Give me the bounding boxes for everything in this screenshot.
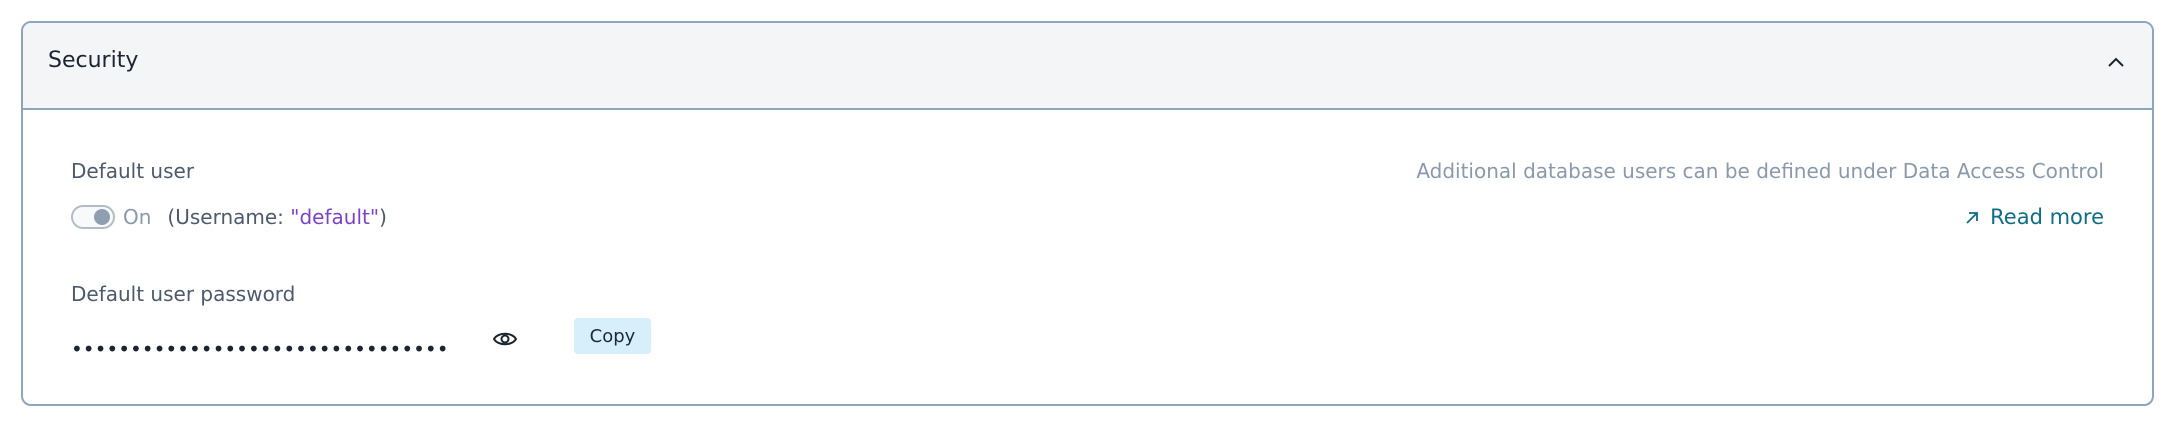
section-title: Security bbox=[48, 48, 139, 73]
username-value: "default" bbox=[290, 205, 380, 229]
users-info-note: Additional database users can be defined… bbox=[1416, 159, 2104, 183]
username-suffix: ) bbox=[379, 205, 387, 229]
security-panel: Security Default user On (Username: "def… bbox=[21, 21, 2154, 406]
copy-button[interactable]: Copy bbox=[574, 318, 651, 354]
section-header[interactable]: Security bbox=[23, 23, 2152, 110]
reveal-password-button[interactable] bbox=[489, 323, 521, 355]
username-prefix: (Username: bbox=[167, 205, 291, 229]
password-field[interactable]: •••••••••••••••••••••••••••••••• bbox=[71, 339, 449, 359]
arrow-up-right-icon bbox=[1966, 211, 1979, 224]
default-user-toggle[interactable] bbox=[71, 205, 115, 229]
eye-icon bbox=[492, 332, 518, 346]
read-more-label: Read more bbox=[1990, 205, 2104, 229]
toggle-state-label: On bbox=[123, 205, 152, 229]
chevron-up-icon bbox=[2108, 57, 2124, 67]
collapse-button[interactable] bbox=[2100, 47, 2132, 79]
password-label: Default user password bbox=[71, 282, 296, 306]
toggle-knob bbox=[94, 209, 110, 225]
default-user-toggle-row: On (Username: "default") bbox=[71, 203, 387, 231]
read-more-link[interactable]: Read more bbox=[1964, 207, 2104, 228]
username-info: (Username: "default") bbox=[167, 205, 386, 229]
default-user-label: Default user bbox=[71, 159, 195, 183]
